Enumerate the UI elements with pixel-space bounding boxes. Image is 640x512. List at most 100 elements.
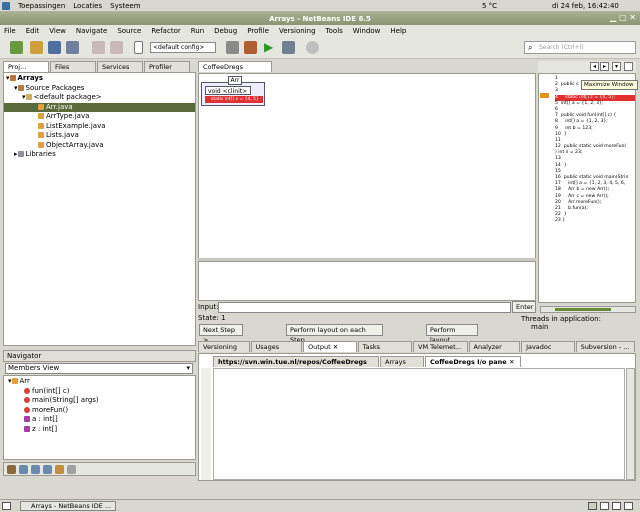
nav-class-arr[interactable]: ▾ Arr <box>4 377 195 387</box>
profile-icon[interactable] <box>306 41 319 54</box>
redo-icon[interactable] <box>110 41 123 54</box>
tree-item-default-package[interactable]: ▾ <default package> <box>4 93 195 103</box>
nav-member[interactable]: a : int[] <box>4 415 195 425</box>
vertical-scrollbar[interactable] <box>626 368 635 480</box>
document-icon[interactable] <box>134 41 143 54</box>
expand-icon[interactable]: ▾ <box>6 74 10 82</box>
undo-icon[interactable] <box>92 41 105 54</box>
run-icon[interactable]: ▶ <box>264 41 277 54</box>
applications-menu[interactable]: Toepassingen <box>18 2 65 10</box>
nav-member[interactable]: fun(int[] c) <box>4 387 195 397</box>
weather-applet[interactable]: 5 °C <box>482 2 497 10</box>
workspace-4-icon[interactable] <box>624 502 633 510</box>
close-icon[interactable]: ✕ <box>333 343 338 351</box>
new-project-icon[interactable] <box>10 41 23 54</box>
filter-icon[interactable] <box>55 465 64 474</box>
tab-versioning-output[interactable]: Versioning O... <box>198 341 250 361</box>
filter-icon[interactable] <box>7 465 16 474</box>
taskbar-window-button[interactable]: Arrays - NetBeans IDE ... <box>20 501 116 511</box>
menu-run[interactable]: Run <box>191 27 204 35</box>
menu-edit[interactable]: Edit <box>26 27 40 35</box>
subtab-svn[interactable]: https://svn.win.tue.nl/repos/CoffeeDregs… <box>213 356 379 376</box>
subtab-coffeedregs-io[interactable]: CoffeeDregs I/o pane ✕ <box>425 356 521 367</box>
open-project-icon[interactable] <box>48 41 61 54</box>
filter-icon[interactable] <box>19 465 28 474</box>
collapse-icon[interactable]: ▸ <box>14 150 18 158</box>
menu-source[interactable]: Source <box>117 27 141 35</box>
tree-item-source-packages[interactable]: ▾ Source Packages <box>4 84 195 94</box>
menu-file[interactable]: File <box>4 27 16 35</box>
tree-item-arrtype-java[interactable]: ArrType.java <box>4 112 195 122</box>
input-field[interactable] <box>218 302 511 313</box>
tab-subversion[interactable]: Subversion - ... <box>575 341 635 352</box>
layout-each-step-button[interactable]: Perform layout on each Step <box>286 324 383 344</box>
tree-item-arr-java[interactable]: Arr.java <box>4 102 195 112</box>
system-menu[interactable]: Systeem <box>110 2 140 10</box>
new-file-icon[interactable] <box>30 41 43 54</box>
filter-icon[interactable] <box>43 465 52 474</box>
config-select[interactable]: <default config> <box>150 42 216 53</box>
tree-item-libraries[interactable]: ▸ Libraries <box>4 150 195 160</box>
tab-coffeedregs-window[interactable]: CoffeeDregs Window ✕ <box>198 61 272 81</box>
menu-debug[interactable]: Debug <box>214 27 237 35</box>
workspace-1-icon[interactable] <box>588 502 597 510</box>
menu-profile[interactable]: Profile <box>247 27 269 35</box>
tree-item-objectarray-java[interactable]: ObjectArray.java <box>4 141 195 151</box>
next-step-button[interactable]: Next Step > <box>199 324 243 344</box>
tab-javadoc[interactable]: Javadoc <box>521 341 575 352</box>
nav-member[interactable]: main(String[] args) <box>4 396 195 406</box>
workspace-2-icon[interactable] <box>600 502 609 510</box>
workspace-3-icon[interactable] <box>612 502 621 510</box>
enter-button[interactable]: Enter <box>512 301 536 313</box>
menu-help[interactable]: Help <box>390 27 406 35</box>
scroll-left-icon[interactable]: ◂ <box>590 62 599 71</box>
scrollbar-thumb[interactable] <box>555 308 611 311</box>
horizontal-scrollbar[interactable] <box>540 306 636 313</box>
menu-navigate[interactable]: Navigate <box>76 27 107 35</box>
menu-view[interactable]: View <box>49 27 66 35</box>
menu-refactor[interactable]: Refactor <box>151 27 180 35</box>
clean-build-icon[interactable] <box>244 41 257 54</box>
show-desktop-icon[interactable] <box>2 502 11 510</box>
menu-window[interactable]: Window <box>353 27 381 35</box>
navigator-view-select[interactable]: Members View ▾ <box>5 363 193 374</box>
tab-files[interactable]: Files <box>50 61 96 72</box>
build-hammer-icon[interactable] <box>226 41 239 54</box>
tab-profiler[interactable]: Profiler <box>144 61 190 72</box>
tab-usages[interactable]: Usages <box>250 341 303 352</box>
subtab-arrays-jar[interactable]: Arrays (jar) ✕ <box>380 356 424 376</box>
tree-item-listexample-java[interactable]: ListExample.java <box>4 122 195 132</box>
scroll-right-icon[interactable]: ▸ <box>600 62 609 71</box>
filter-icon[interactable] <box>31 465 40 474</box>
tab-analyzer[interactable]: Analyzer <box>468 341 521 352</box>
save-all-icon[interactable] <box>66 41 79 54</box>
menu-tools[interactable]: Tools <box>326 27 343 35</box>
tab-output[interactable]: Output ✕ <box>303 341 357 352</box>
tree-item-lists-java[interactable]: Lists.java <box>4 131 195 141</box>
window-controls-icon[interactable]: ▁ ▢ ✕ <box>610 13 636 22</box>
maximize-icon[interactable] <box>624 62 633 71</box>
clock[interactable]: di 24 feb, 16:42:40 <box>552 2 619 10</box>
tab-tasks[interactable]: Tasks <box>357 341 413 352</box>
menu-versioning[interactable]: Versioning <box>279 27 316 35</box>
tab-projects[interactable]: Proj... <box>3 61 49 72</box>
tab-services[interactable]: Services <box>97 61 143 72</box>
close-icon[interactable]: ✕ <box>509 358 514 366</box>
thread-main[interactable]: main <box>521 323 561 332</box>
perform-layout-button[interactable]: Perform layout <box>426 324 478 344</box>
search-input[interactable]: Search (Ctrl+I) <box>524 41 636 54</box>
window-title-bar[interactable]: Arrays - NetBeans IDE 6.5 ▁ ▢ ✕ <box>0 12 640 25</box>
places-menu[interactable]: Locaties <box>73 2 102 10</box>
nav-member[interactable]: z : int[] <box>4 425 195 435</box>
tree-item-arrays[interactable]: ▾ Arrays <box>4 74 195 84</box>
tab-vm-telemetry[interactable]: VM Telemet... <box>413 341 468 352</box>
menu-logo-icon[interactable] <box>2 1 10 10</box>
dropdown-icon[interactable]: ▾ <box>612 62 621 71</box>
method-clinit: void <clinit>() <box>205 86 251 104</box>
debug-icon[interactable] <box>282 41 295 54</box>
expand-icon[interactable]: ▾ <box>22 93 26 101</box>
io-pane-text-area[interactable] <box>213 368 625 480</box>
filter-icon[interactable] <box>67 465 76 474</box>
nav-member[interactable]: moreFun() <box>4 406 195 416</box>
expand-icon[interactable]: ▾ <box>14 84 18 92</box>
